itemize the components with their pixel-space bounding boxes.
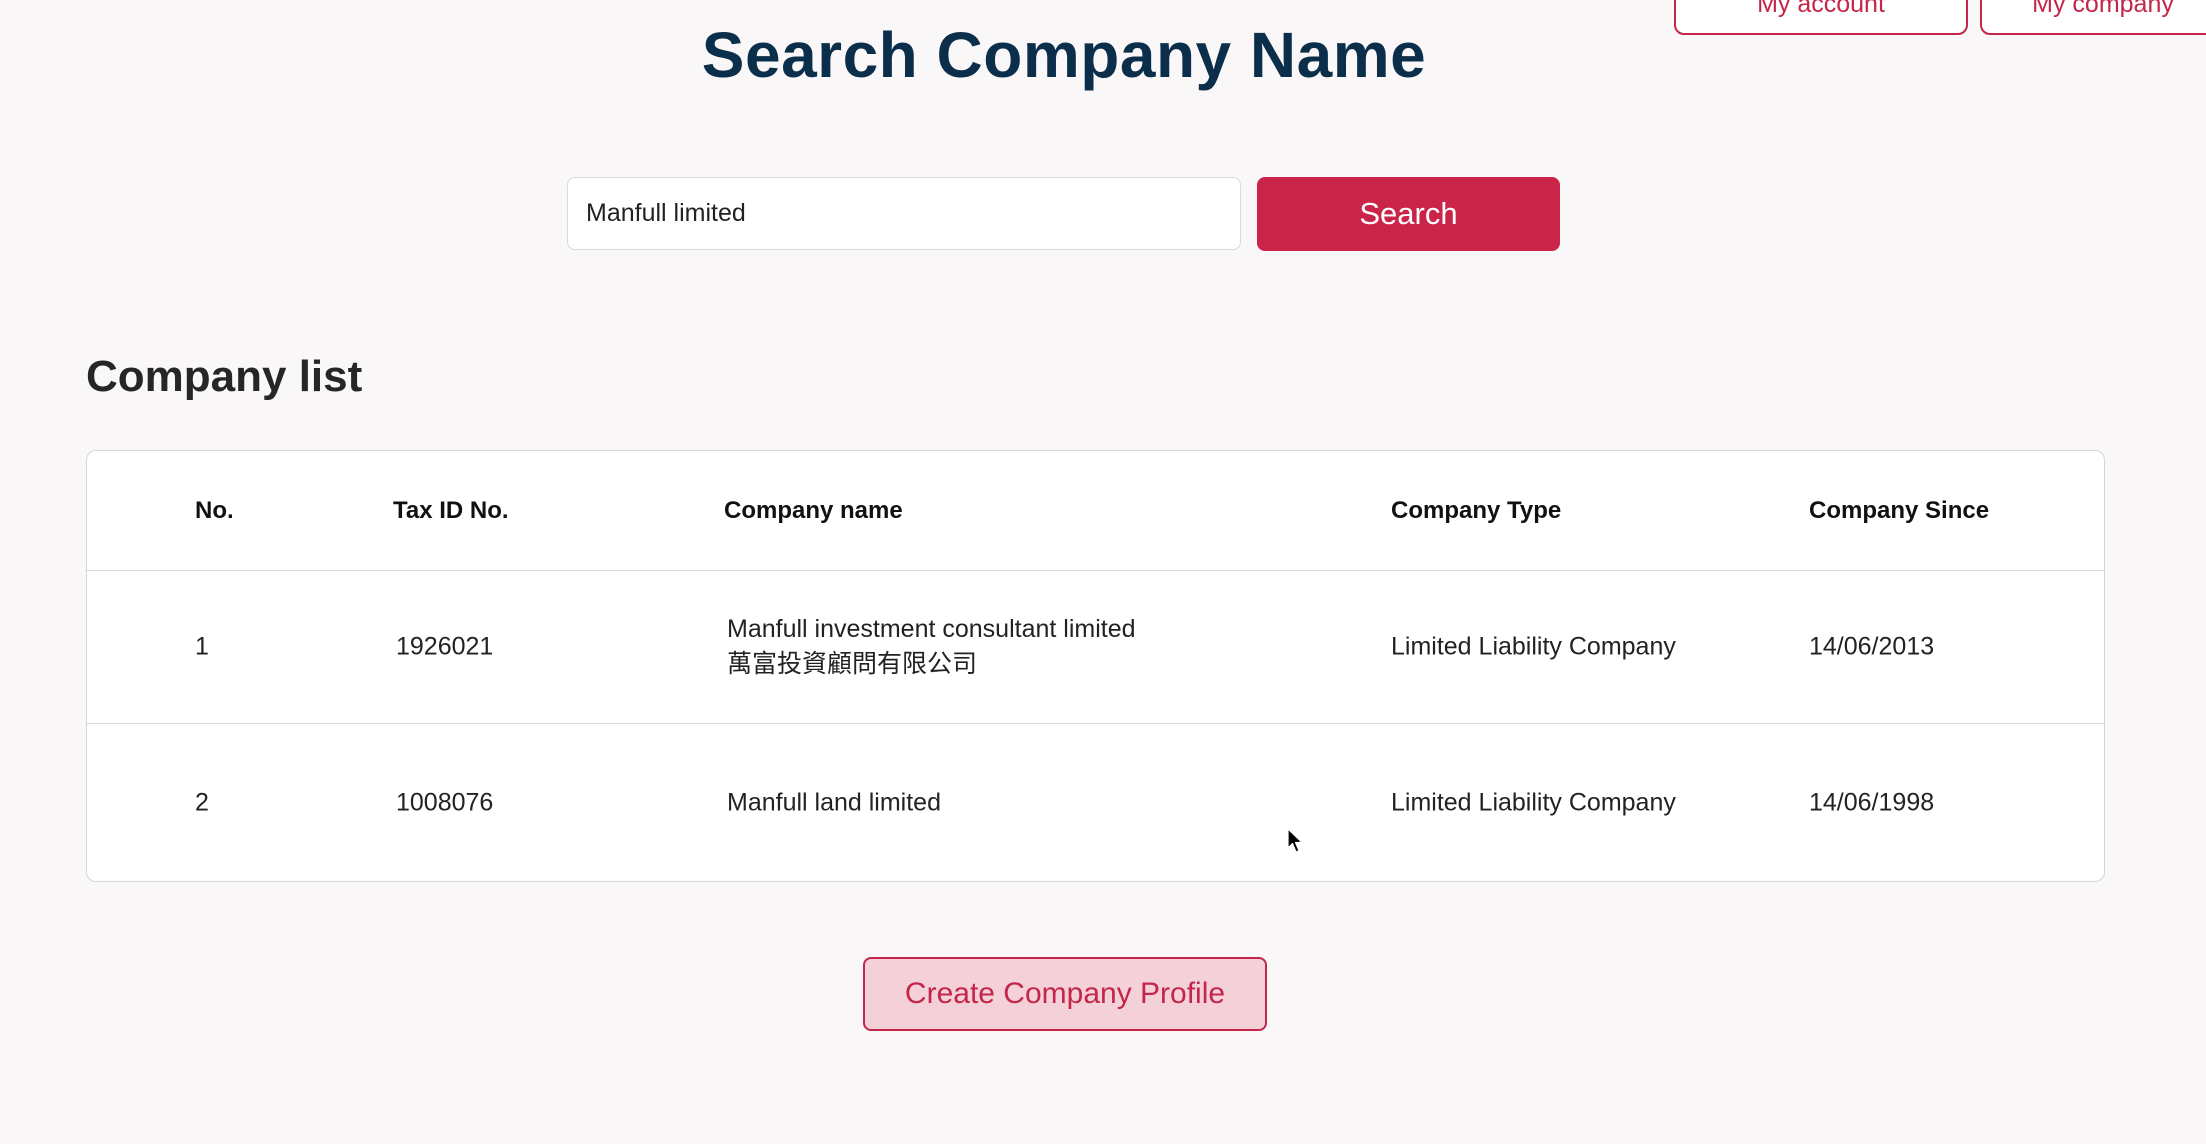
table-header: No. Tax ID No. Company name Company Type… — [87, 451, 2104, 571]
row-number: 2 — [195, 788, 209, 816]
tax-id: 1008076 — [396, 788, 494, 816]
table-row[interactable]: 1 1926021 Manfull investment consultant … — [87, 571, 2104, 724]
company-name-chinese: 萬富投資顧問有限公司 — [727, 650, 978, 678]
company-search-input[interactable] — [567, 177, 1241, 250]
column-header-company-type: Company Type — [1391, 496, 1562, 524]
column-header-company-since: Company Since — [1809, 496, 1990, 524]
company-name-english: Manfull investment consultant limited — [727, 615, 1136, 643]
company-table: No. Tax ID No. Company name Company Type… — [86, 450, 2105, 882]
company-type: Limited Liability Company — [1391, 632, 1676, 661]
column-header-no: No. — [195, 496, 234, 524]
company-list-title: Company list — [86, 352, 363, 401]
tax-id: 1926021 — [396, 632, 494, 661]
company-name: Manfull investment consultant limited 萬富… — [727, 612, 1136, 682]
company-since: 14/06/1998 — [1809, 788, 1935, 816]
column-header-tax-id: Tax ID No. — [393, 496, 509, 524]
row-number: 1 — [195, 632, 209, 661]
company-type: Limited Liability Company — [1391, 788, 1676, 816]
company-since: 14/06/2013 — [1809, 632, 1935, 661]
page-title: Search Company Name — [701, 19, 1427, 91]
create-company-profile-button[interactable]: Create Company Profile — [863, 957, 1267, 1031]
table-row[interactable]: 2 1008076 Manfull land limited Limited L… — [87, 724, 2104, 881]
company-name: Manfull land limited — [727, 788, 941, 816]
column-header-company-name: Company name — [724, 496, 903, 524]
mouse-pointer-icon — [1287, 828, 1303, 853]
search-button[interactable]: Search — [1257, 177, 1560, 251]
